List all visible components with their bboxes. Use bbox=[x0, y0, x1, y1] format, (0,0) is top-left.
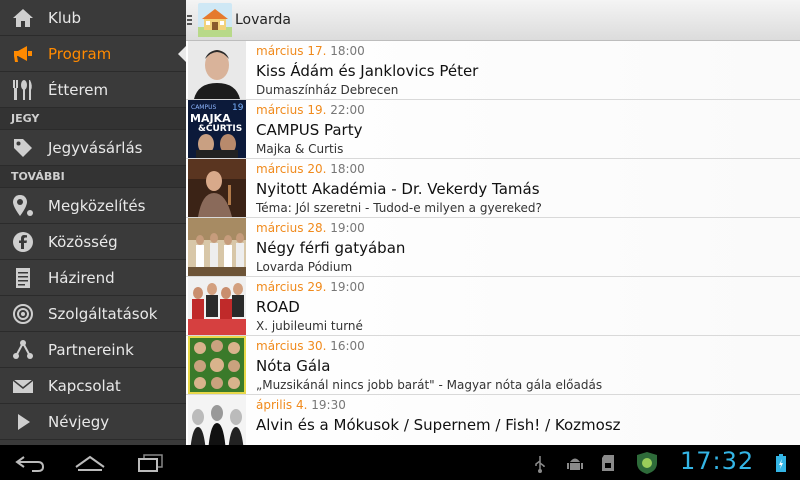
main-panel: Lovarda március 17. 18:00 Kiss Ádám és J… bbox=[186, 0, 800, 445]
event-row[interactable]: március 29. 19:00 ROAD X. jubileumi turn… bbox=[186, 277, 800, 336]
action-bar: Lovarda bbox=[186, 0, 800, 41]
megaphone-icon bbox=[11, 42, 35, 66]
event-row[interactable]: március 17. 18:00 Kiss Ádám és Janklovic… bbox=[186, 41, 800, 100]
thumb-curtis-text: &CURTIS bbox=[198, 124, 242, 134]
sidebar-item-label: Közösség bbox=[48, 232, 118, 251]
event-title: ROAD bbox=[256, 298, 300, 316]
event-title: Négy férfi gatyában bbox=[256, 239, 406, 257]
sidebar-item-label: Névjegy bbox=[48, 412, 110, 431]
thumb-campus-text: CAMPUS bbox=[191, 104, 216, 111]
event-thumbnail bbox=[188, 336, 246, 394]
event-date: március 30. bbox=[256, 339, 327, 353]
sidebar-item-szolgaltatasok[interactable]: Szolgáltatások bbox=[0, 296, 186, 332]
navigation-drawer: Klub Program Étterem JEGY Jegyvásárlás T… bbox=[0, 0, 186, 445]
event-subtitle: Téma: Jól szeretni - Tudod-e milyen a gy… bbox=[256, 201, 542, 215]
event-date: március 17. bbox=[256, 44, 327, 58]
sidebar-item-label: Házirend bbox=[48, 268, 115, 287]
thumb-day-number: 19 bbox=[232, 103, 244, 113]
share-icon bbox=[11, 338, 35, 362]
sidebar-item-hazirend[interactable]: Házirend bbox=[0, 260, 186, 296]
cutlery-icon bbox=[11, 78, 35, 102]
active-item-indicator bbox=[178, 46, 186, 62]
battery-icon bbox=[776, 454, 786, 472]
event-date: március 20. bbox=[256, 162, 327, 176]
event-time: 16:00 bbox=[330, 339, 365, 353]
tag-icon bbox=[11, 136, 35, 160]
event-time: 22:00 bbox=[330, 103, 365, 117]
event-date: március 29. bbox=[256, 280, 327, 294]
android-debug-icon bbox=[567, 458, 583, 470]
sidebar-item-label: Étterem bbox=[48, 80, 109, 99]
document-icon bbox=[11, 266, 35, 290]
event-thumbnail bbox=[188, 277, 246, 335]
sidebar-item-etterem[interactable]: Étterem bbox=[0, 72, 186, 108]
section-header-jegy: JEGY bbox=[0, 108, 186, 130]
sidebar-item-label: Megközelítés bbox=[48, 196, 146, 215]
app-logo[interactable] bbox=[198, 3, 232, 37]
event-row[interactable]: CAMPUS 19 MAJKA &CURTIS március 19. 22:0… bbox=[186, 100, 800, 159]
sidebar-item-kozosseg[interactable]: Közösség bbox=[0, 224, 186, 260]
sidebar-item-program[interactable]: Program bbox=[0, 36, 186, 72]
event-title: Alvin és a Mókusok / Supernem / Fish! / … bbox=[256, 416, 621, 434]
recent-apps-icon[interactable] bbox=[136, 453, 166, 473]
back-icon[interactable] bbox=[14, 453, 46, 473]
drawer-toggle-icon[interactable] bbox=[187, 15, 197, 25]
sidebar-item-nevjegy[interactable]: Névjegy bbox=[0, 404, 186, 440]
sd-card-icon bbox=[602, 455, 614, 471]
event-thumbnail: CAMPUS 19 MAJKA &CURTIS bbox=[188, 100, 246, 158]
event-row[interactable]: március 28. 19:00 Négy férfi gatyában Lo… bbox=[186, 218, 800, 277]
sidebar-item-label: Partnereink bbox=[48, 340, 134, 359]
event-time: 19:00 bbox=[330, 280, 365, 294]
event-time: 19:30 bbox=[311, 398, 346, 412]
event-subtitle: X. jubileumi turné bbox=[256, 319, 363, 333]
event-time: 18:00 bbox=[330, 162, 365, 176]
app-notification-icon bbox=[637, 452, 657, 474]
event-time: 19:00 bbox=[330, 221, 365, 235]
sidebar-item-jegyvasarlas[interactable]: Jegyvásárlás bbox=[0, 130, 186, 166]
sidebar-item-kapcsolat[interactable]: Kapcsolat bbox=[0, 368, 186, 404]
sidebar-item-label: Klub bbox=[48, 8, 82, 27]
event-thumbnail bbox=[188, 395, 246, 445]
event-subtitle: Majka & Curtis bbox=[256, 142, 344, 156]
event-subtitle: Lovarda Pódium bbox=[256, 260, 353, 274]
sidebar-item-klub[interactable]: Klub bbox=[0, 0, 186, 36]
status-clock: 17:32 bbox=[680, 447, 755, 475]
home-icon bbox=[11, 6, 35, 30]
event-title: Nóta Gála bbox=[256, 357, 331, 375]
sidebar-item-label: Program bbox=[48, 44, 112, 63]
facebook-icon bbox=[11, 230, 35, 254]
sidebar-item-label: Jegyvásárlás bbox=[48, 138, 143, 157]
event-title: Nyitott Akadémia - Dr. Vekerdy Tamás bbox=[256, 180, 540, 198]
event-subtitle: „Muzsikánál nincs jobb barát" - Magyar n… bbox=[256, 378, 603, 392]
event-row[interactable]: március 30. 16:00 Nóta Gála „Muzsikánál … bbox=[186, 336, 800, 395]
home-button-icon[interactable] bbox=[74, 453, 106, 473]
mail-icon bbox=[11, 374, 35, 398]
play-icon bbox=[11, 410, 35, 434]
event-list: március 17. 18:00 Kiss Ádám és Janklovic… bbox=[186, 41, 800, 445]
event-title: CAMPUS Party bbox=[256, 121, 363, 139]
event-subtitle: Dumaszínház Debrecen bbox=[256, 83, 399, 97]
sidebar-item-label: Kapcsolat bbox=[48, 376, 121, 395]
event-row[interactable]: március 20. 18:00 Nyitott Akadémia - Dr.… bbox=[186, 159, 800, 218]
system-navigation-bar: 17:32 bbox=[0, 445, 800, 480]
event-date: március 28. bbox=[256, 221, 327, 235]
event-title: Kiss Ádám és Janklovics Péter bbox=[256, 62, 479, 80]
event-thumbnail bbox=[188, 218, 246, 276]
event-thumbnail bbox=[188, 41, 246, 99]
event-date: március 19. bbox=[256, 103, 327, 117]
section-header-tovabbi: TOVÁBBI bbox=[0, 166, 186, 188]
sidebar-item-partnereink[interactable]: Partnereink bbox=[0, 332, 186, 368]
event-time: 18:00 bbox=[330, 44, 365, 58]
sidebar-item-megkozelites[interactable]: Megközelítés bbox=[0, 188, 186, 224]
sidebar-item-label: Szolgáltatások bbox=[48, 304, 158, 323]
target-icon bbox=[11, 302, 35, 326]
app-title: Lovarda bbox=[235, 12, 291, 28]
map-pin-icon bbox=[11, 194, 35, 218]
event-row[interactable]: április 4. 19:30 Alvin és a Mókusok / Su… bbox=[186, 395, 800, 445]
event-thumbnail bbox=[188, 159, 246, 217]
usb-icon bbox=[535, 456, 545, 473]
event-date: április 4. bbox=[256, 398, 308, 412]
